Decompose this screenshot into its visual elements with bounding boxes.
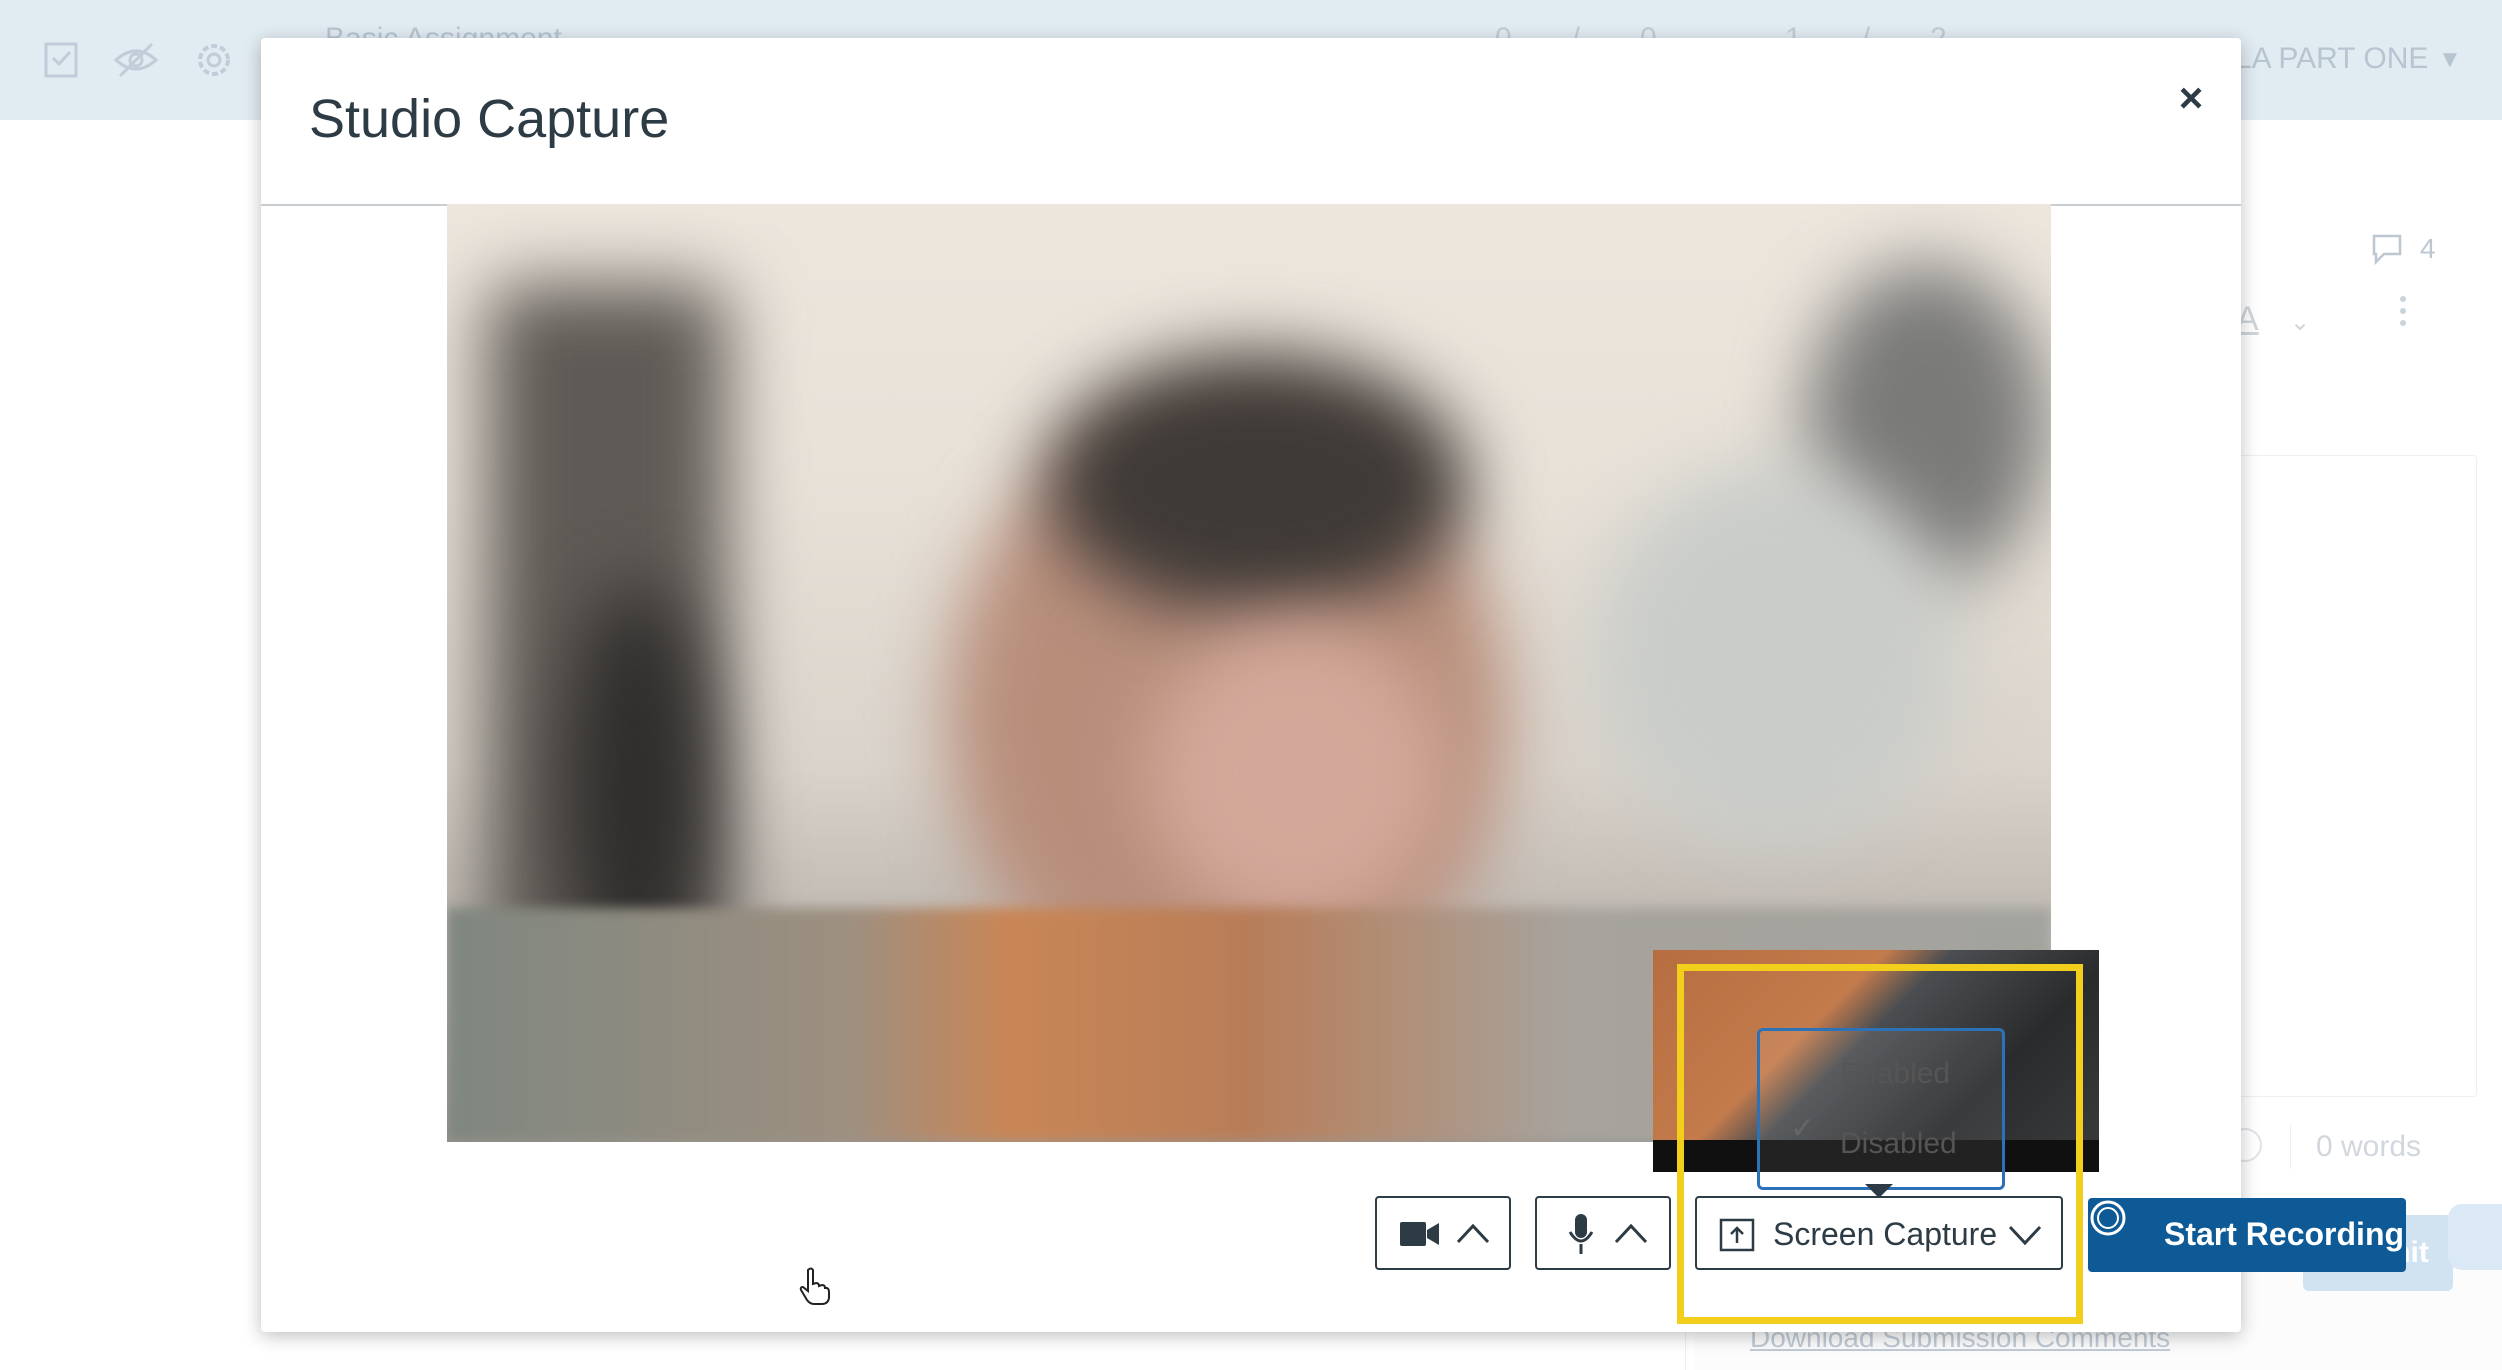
chevron-up-icon: [1614, 1223, 1648, 1244]
microphone-icon: [1568, 1214, 1594, 1254]
start-recording-label: Start Recording: [2164, 1216, 2405, 1252]
camera-select-button[interactable]: [1375, 1196, 1511, 1270]
dialog-title: Studio Capture: [309, 89, 670, 149]
screen-capture-highlight: [1677, 964, 2083, 1324]
chevron-up-icon: [1456, 1223, 1490, 1244]
dialog-header: Studio Capture ×: [261, 38, 2241, 206]
hand-cursor-icon: [799, 1267, 830, 1305]
video-camera-icon: [1400, 1222, 1439, 1246]
close-button[interactable]: ×: [2161, 68, 2221, 128]
start-recording-button[interactable]: Start Recording: [2088, 1198, 2406, 1272]
record-icon: [2090, 1200, 2126, 1236]
microphone-select-button[interactable]: [1535, 1196, 1671, 1270]
studio-capture-dialog: Studio Capture × Enabled ✓ Disabled Scre…: [261, 38, 2406, 1332]
